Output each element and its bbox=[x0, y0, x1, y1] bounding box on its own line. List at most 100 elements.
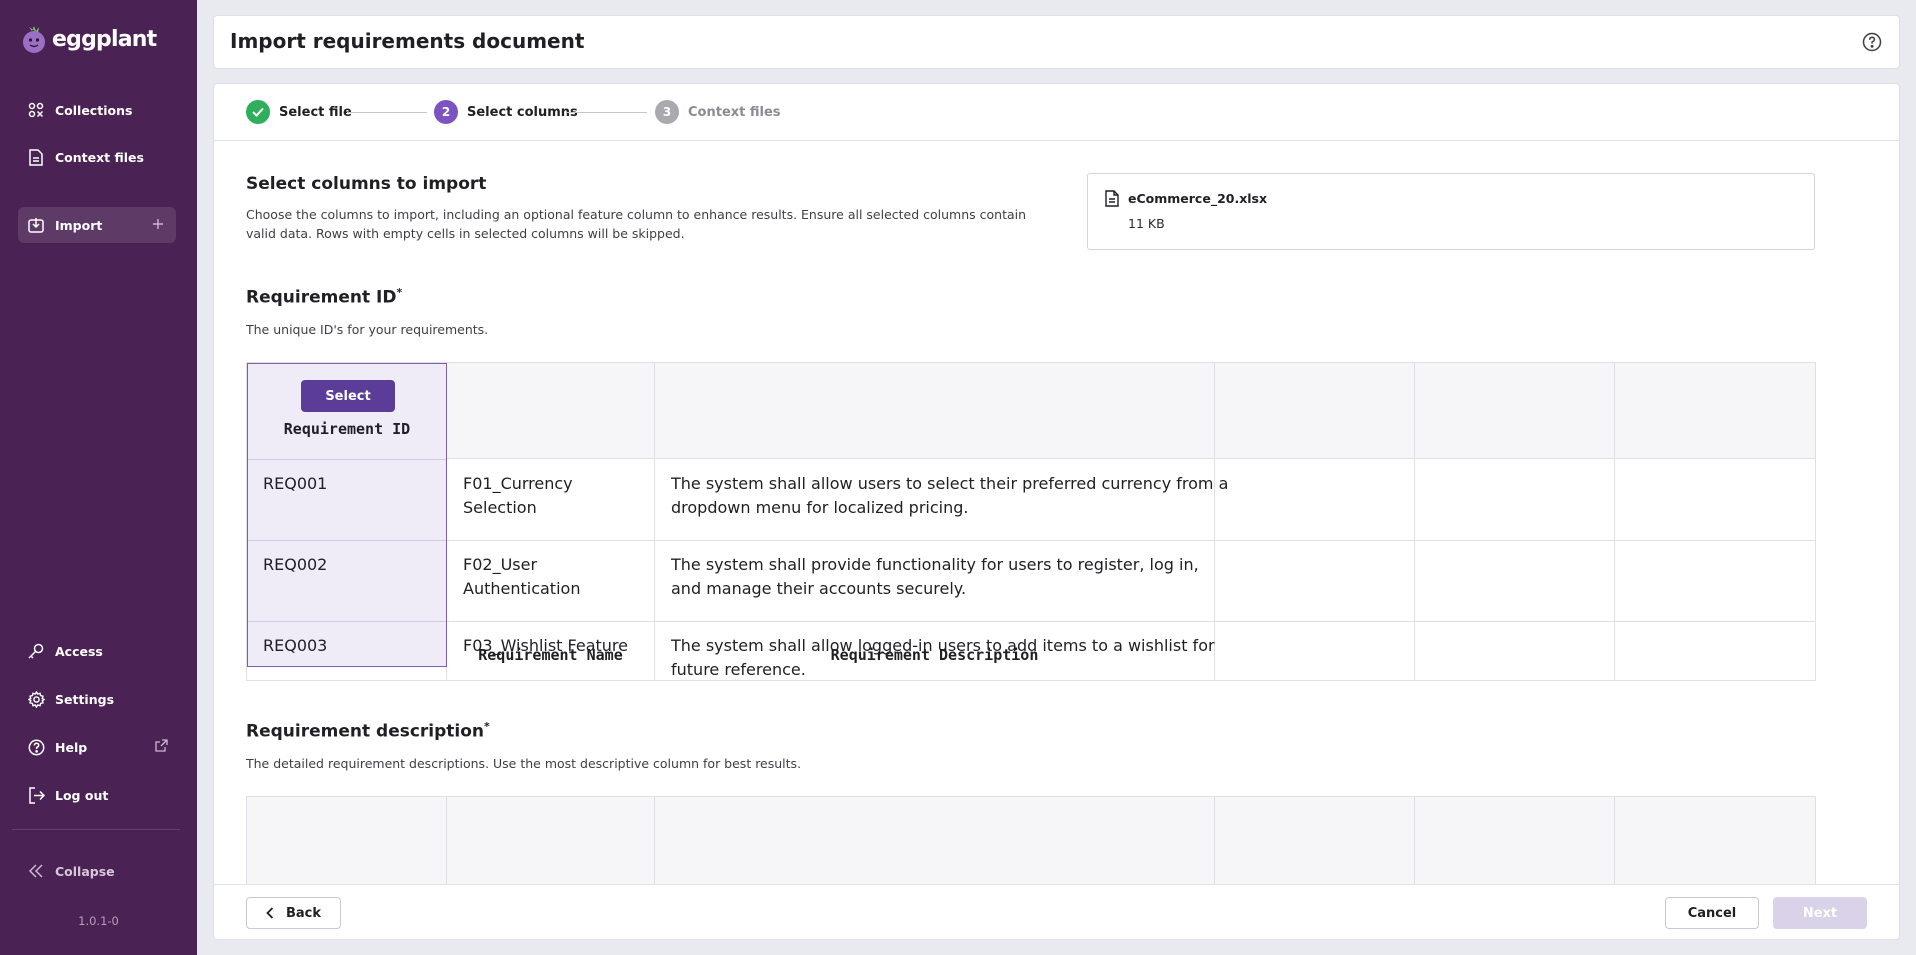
logo[interactable]: eggplant bbox=[20, 22, 157, 56]
cell-line: F01_Currency bbox=[463, 474, 573, 493]
wizard-footer: Back Cancel Next bbox=[214, 884, 1899, 939]
step-number: 3 bbox=[655, 100, 679, 124]
sidebar-item-log-out[interactable]: Log out bbox=[18, 777, 176, 813]
table-cell-id: REQ001 bbox=[263, 474, 328, 493]
sidebar-collapse-button[interactable]: Collapse bbox=[18, 853, 176, 889]
step-context-files: 3 Context files bbox=[655, 100, 781, 124]
cell-line: Selection bbox=[463, 498, 537, 517]
sidebar-item-collections[interactable]: Collections bbox=[18, 92, 176, 128]
sidebar: eggplant Collections Context files Impor… bbox=[0, 0, 197, 955]
sidebar-item-settings[interactable]: Settings bbox=[18, 681, 176, 717]
step-number: 2 bbox=[434, 100, 458, 124]
collapse-icon bbox=[27, 862, 45, 880]
step-connector bbox=[567, 112, 647, 113]
help-icon bbox=[27, 738, 45, 756]
cell-line: F02_User bbox=[463, 555, 538, 574]
description-line: Choose the columns to import, including … bbox=[246, 207, 1027, 222]
table-cell-name: F01_Currency Selection bbox=[463, 472, 573, 520]
column-option[interactable] bbox=[447, 797, 655, 885]
gear-icon bbox=[27, 690, 45, 708]
back-button[interactable]: Back bbox=[246, 897, 341, 929]
eggplant-logo-icon bbox=[20, 24, 48, 54]
sidebar-divider bbox=[12, 829, 180, 830]
sidebar-item-access[interactable]: Access bbox=[18, 633, 176, 669]
selected-column-highlight[interactable]: Select Requirement ID bbox=[247, 363, 447, 667]
column-empty[interactable] bbox=[1415, 363, 1615, 680]
add-import-icon[interactable] bbox=[150, 216, 166, 232]
collections-icon bbox=[27, 101, 45, 119]
column-requirement-description[interactable]: Requirement Description bbox=[655, 363, 1215, 680]
select-column-button[interactable]: Select bbox=[301, 380, 395, 412]
step-select-file: Select file bbox=[246, 100, 352, 124]
sidebar-item-label: Context files bbox=[55, 149, 144, 165]
cell-line: The system shall allow logged-in users t… bbox=[671, 636, 1215, 655]
section-title-select-columns: Select columns to import bbox=[246, 174, 487, 194]
section-description: The detailed requirement descriptions. U… bbox=[246, 756, 802, 771]
description-line: valid data. Rows with empty cells in sel… bbox=[246, 226, 685, 241]
section-description: The unique ID's for your requirements. bbox=[246, 322, 489, 337]
import-icon bbox=[27, 216, 45, 234]
step-label: Context files bbox=[688, 104, 781, 120]
table-cell-description: The system shall provide functionality f… bbox=[671, 553, 1199, 601]
column-option[interactable] bbox=[247, 797, 447, 885]
column-option[interactable] bbox=[655, 797, 1215, 885]
selected-file-card: eCommerce_20.xlsx 11 KB bbox=[1087, 173, 1815, 250]
cell-line: and manage their accounts securely. bbox=[671, 579, 967, 598]
section-title-requirement-id: Requirement ID* bbox=[246, 286, 402, 308]
description-column-table bbox=[246, 796, 1816, 886]
column-empty[interactable] bbox=[1615, 363, 1815, 680]
cell-line: Authentication bbox=[463, 579, 581, 598]
column-option[interactable] bbox=[1615, 797, 1815, 885]
row-divider bbox=[248, 459, 446, 460]
back-button-label: Back bbox=[285, 905, 322, 921]
main-panel: Select file 2 Select columns 3 Context f… bbox=[213, 83, 1900, 940]
file-icon bbox=[27, 148, 45, 166]
table-cell-id: REQ003 bbox=[263, 636, 328, 655]
section-title-requirement-description: Requirement description* bbox=[246, 720, 490, 742]
file-name: eCommerce_20.xlsx bbox=[1128, 191, 1268, 206]
column-empty[interactable] bbox=[1215, 363, 1415, 680]
sidebar-item-context-files[interactable]: Context files bbox=[18, 139, 176, 175]
step-label: Select columns bbox=[467, 104, 578, 120]
column-header: Requirement ID bbox=[283, 420, 411, 438]
table-cell-description: The system shall allow users to select t… bbox=[671, 472, 1228, 520]
cell-line: future reference. bbox=[671, 660, 806, 679]
column-preview-table: Requirement Name Requirement Description… bbox=[246, 362, 1816, 681]
sidebar-item-label: Import bbox=[55, 217, 103, 233]
check-icon bbox=[246, 100, 270, 124]
sidebar-item-label: Help bbox=[55, 739, 88, 755]
app-version: 1.0.1-0 bbox=[78, 914, 119, 928]
next-button[interactable]: Next bbox=[1773, 897, 1867, 929]
sidebar-item-label: Log out bbox=[55, 787, 109, 803]
cell-line: The system shall provide functionality f… bbox=[671, 555, 1199, 574]
file-size: 11 KB bbox=[1128, 216, 1165, 231]
table-cell-id: REQ002 bbox=[263, 555, 328, 574]
sidebar-item-help[interactable]: Help bbox=[18, 729, 176, 765]
help-icon[interactable] bbox=[1861, 31, 1883, 53]
section-title-text: Requirement description bbox=[246, 721, 485, 742]
table-cell-description: The system shall allow logged-in users t… bbox=[671, 634, 1215, 680]
chevron-left-icon bbox=[266, 907, 274, 919]
section-title-text: Requirement ID bbox=[246, 287, 397, 308]
step-connector bbox=[347, 112, 427, 113]
cancel-button[interactable]: Cancel bbox=[1665, 897, 1759, 929]
table-cell-name: F03_Wishlist Feature bbox=[463, 634, 628, 658]
sidebar-item-label: Collapse bbox=[55, 863, 115, 879]
required-mark: * bbox=[396, 286, 403, 299]
cell-line: The system shall allow users to select t… bbox=[671, 474, 1229, 493]
external-link-icon bbox=[155, 739, 168, 755]
step-label: Select file bbox=[279, 104, 352, 120]
cell-line: dropdown menu for localized pricing. bbox=[671, 498, 969, 517]
page-title: Import requirements document bbox=[230, 29, 585, 53]
column-option[interactable] bbox=[1415, 797, 1615, 885]
table-cell-name: F02_User Authentication bbox=[463, 553, 580, 601]
row-divider bbox=[248, 540, 446, 541]
column-option[interactable] bbox=[1215, 797, 1415, 885]
sidebar-item-label: Access bbox=[55, 643, 103, 659]
key-icon bbox=[27, 642, 45, 660]
required-mark: * bbox=[484, 720, 490, 733]
column-requirement-name[interactable]: Requirement Name bbox=[447, 363, 655, 680]
row-divider bbox=[248, 621, 446, 622]
page-header: Import requirements document bbox=[213, 15, 1900, 69]
sidebar-item-import[interactable]: Import bbox=[18, 207, 176, 243]
